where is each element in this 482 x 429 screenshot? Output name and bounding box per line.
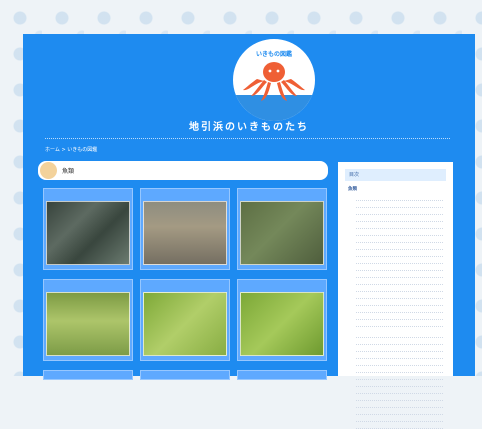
sidebar-item[interactable] (356, 338, 443, 345)
sidebar-item[interactable] (356, 415, 443, 422)
species-card[interactable] (237, 370, 327, 380)
species-photo (46, 292, 130, 356)
sidebar: 目次 魚類 (338, 162, 453, 429)
fish-badge-icon (40, 162, 57, 179)
sidebar-item[interactable] (356, 236, 443, 243)
section-label: 魚類 (62, 168, 75, 175)
species-card-title (44, 280, 132, 290)
sidebar-item[interactable] (356, 292, 443, 299)
species-card-title (238, 189, 326, 199)
species-card-title (141, 189, 229, 199)
sidebar-item[interactable] (356, 222, 443, 229)
sidebar-item[interactable] (356, 285, 443, 292)
sidebar-item[interactable] (356, 380, 443, 387)
species-card-title (44, 189, 132, 199)
sidebar-item[interactable] (356, 366, 443, 373)
sidebar-item[interactable] (356, 215, 443, 222)
sidebar-item[interactable] (356, 278, 443, 285)
species-photo (46, 201, 130, 265)
species-card[interactable] (43, 188, 133, 270)
species-card-title (238, 371, 326, 381)
sidebar-item[interactable] (356, 208, 443, 215)
species-card-title (141, 280, 229, 290)
octopus-icon (243, 62, 305, 101)
sidebar-item[interactable] (356, 229, 443, 236)
sidebar-item[interactable] (356, 394, 443, 401)
sidebar-item[interactable] (356, 352, 443, 359)
breadcrumb[interactable]: ホーム > いきもの図鑑 (45, 146, 97, 153)
species-photo (240, 201, 324, 265)
species-photo (143, 292, 227, 356)
sidebar-item[interactable] (356, 194, 443, 201)
sidebar-item[interactable] (356, 331, 443, 338)
species-card[interactable] (140, 279, 230, 361)
sidebar-section-title[interactable]: 魚類 (348, 186, 443, 192)
sidebar-section: 魚類 (348, 186, 443, 327)
sidebar-item[interactable] (356, 264, 443, 271)
species-card[interactable] (140, 188, 230, 270)
sidebar-item[interactable] (356, 373, 443, 380)
sidebar-item[interactable] (356, 422, 443, 429)
sidebar-item[interactable] (356, 201, 443, 208)
sidebar-section (348, 331, 443, 429)
sidebar-item[interactable] (356, 250, 443, 257)
sidebar-item[interactable] (356, 313, 443, 320)
species-card-title (44, 371, 132, 381)
divider (45, 138, 450, 139)
sidebar-header: 目次 (345, 169, 446, 181)
sidebar-item[interactable] (356, 299, 443, 306)
sidebar-item[interactable] (356, 320, 443, 327)
section-header: 魚類 (38, 161, 328, 180)
sidebar-item[interactable] (356, 387, 443, 394)
species-card[interactable] (237, 279, 327, 361)
species-card[interactable] (43, 279, 133, 361)
site-logo[interactable]: いきもの図鑑 (231, 37, 317, 123)
sidebar-item[interactable] (356, 257, 443, 264)
sidebar-item[interactable] (356, 306, 443, 313)
species-card-title (141, 371, 229, 381)
species-photo (143, 201, 227, 265)
sidebar-item[interactable] (356, 271, 443, 278)
sidebar-item[interactable] (356, 345, 443, 352)
sidebar-item[interactable] (356, 401, 443, 408)
species-grid (43, 188, 331, 380)
species-card-title (238, 280, 326, 290)
sidebar-item[interactable] (356, 408, 443, 415)
species-photo (240, 292, 324, 356)
species-card[interactable] (43, 370, 133, 380)
species-card[interactable] (140, 370, 230, 380)
sidebar-item[interactable] (356, 243, 443, 250)
species-card[interactable] (237, 188, 327, 270)
sidebar-item[interactable] (356, 359, 443, 366)
